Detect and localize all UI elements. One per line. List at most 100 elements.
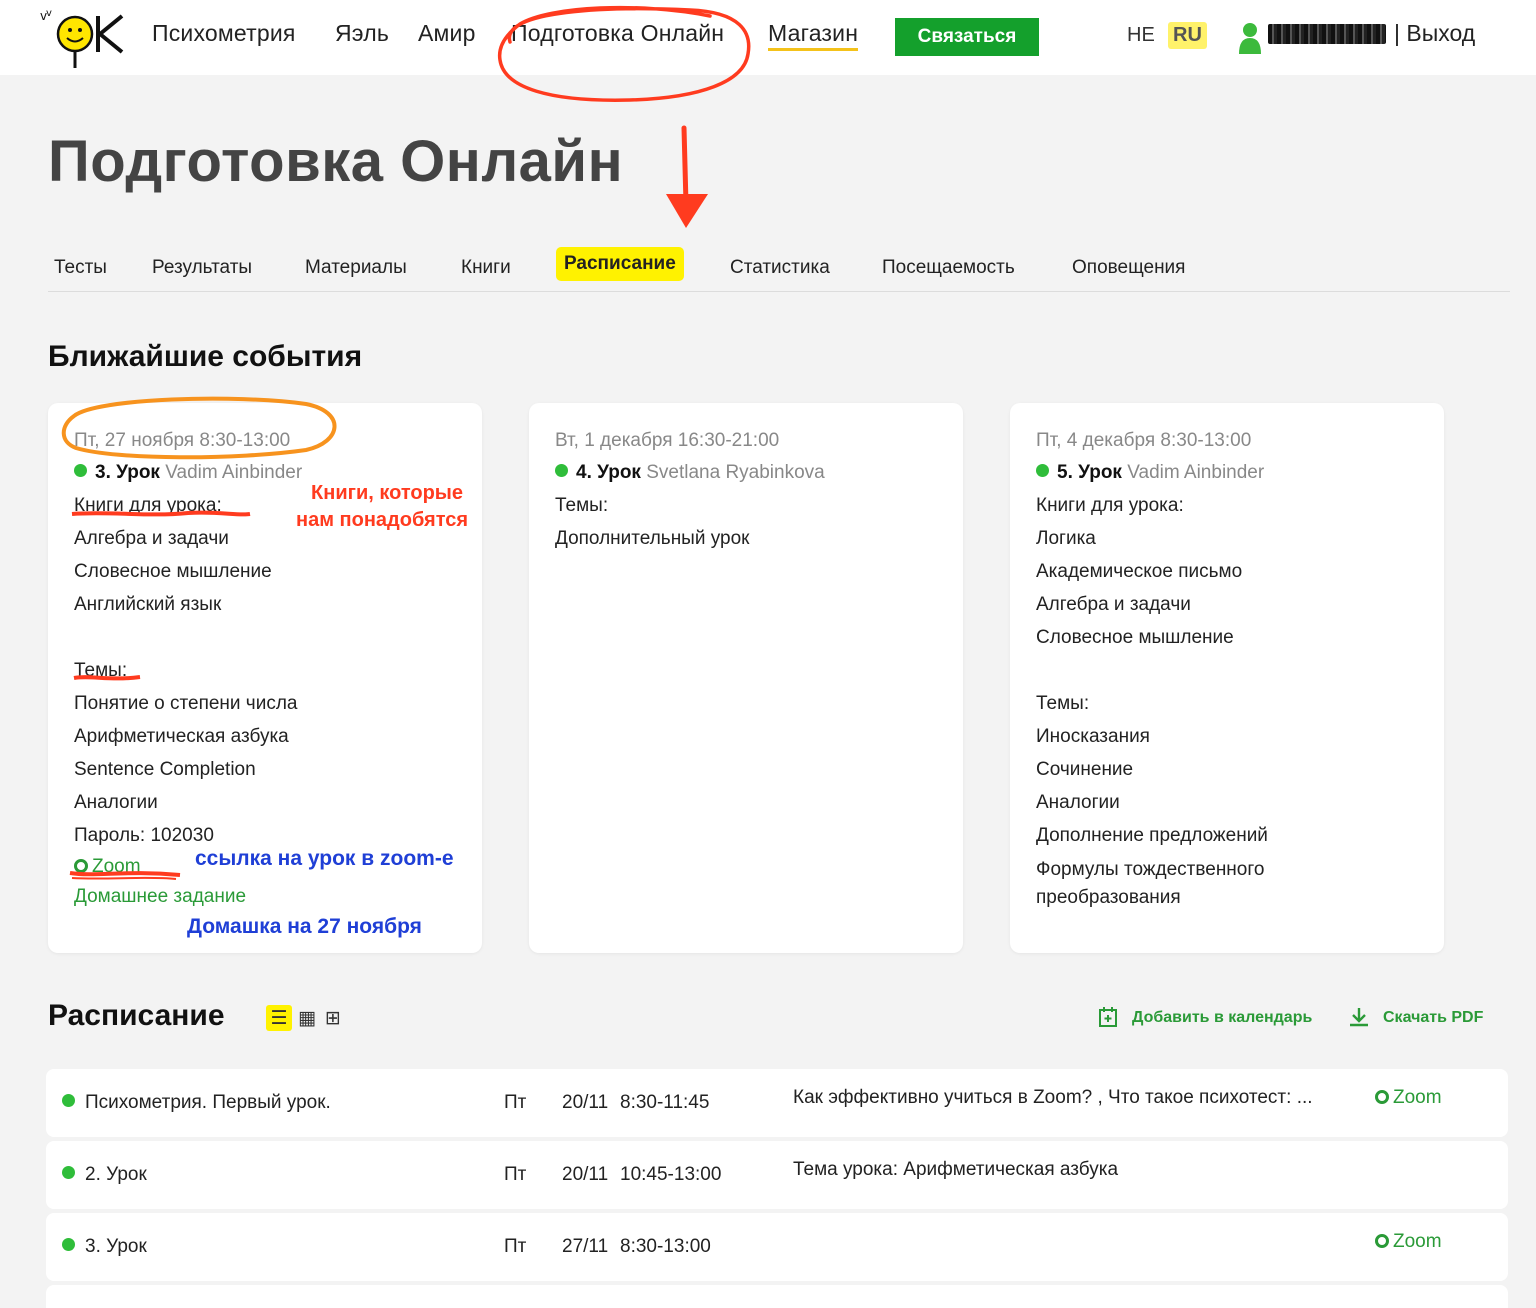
status-dot xyxy=(62,1166,75,1179)
tab-attendance[interactable]: Посещаемость xyxy=(874,253,1023,283)
homework-link[interactable]: Домашнее задание xyxy=(74,882,456,912)
top-navigation-bar: v v Психометрия Яэль Амир Подготовка Онл… xyxy=(0,0,1536,75)
nav-shop[interactable]: Магазин xyxy=(768,20,859,51)
book-item: Английский язык xyxy=(74,594,222,615)
tab-schedule[interactable]: Расписание xyxy=(556,247,684,281)
event-card: Вт, 1 декабря 16:30-21:00 4. Урок Svetla… xyxy=(529,403,963,953)
status-dot-cell xyxy=(62,1069,83,1137)
row-date: 27/11 xyxy=(562,1236,609,1257)
schedule-row[interactable]: 3. Урок Пт 27/11 8:30-13:00 Zoom xyxy=(46,1213,1508,1281)
annotation-books-note: Книги, которые нам понадобятся xyxy=(296,480,468,534)
status-dot-cell xyxy=(62,1141,83,1209)
logout-link[interactable]: | Выход xyxy=(1394,20,1475,47)
nav-yael[interactable]: Яэль xyxy=(335,20,389,47)
annotation-red-arrow xyxy=(666,125,708,228)
row-zoom-link[interactable]: Zoom xyxy=(1375,1213,1442,1271)
event-date: Пт, 27 ноября 8:30-13:00 xyxy=(74,430,291,451)
schedule-row[interactable]: Психометрия. Первый урок. Пт 20/11 8:30-… xyxy=(46,1069,1508,1137)
teacher-name: Vadim Ainbinder xyxy=(165,462,303,483)
lesson-name: 3. Урок xyxy=(95,462,160,483)
upcoming-events-heading: Ближайшие события xyxy=(48,340,363,373)
lang-he-button[interactable]: HE xyxy=(1122,22,1160,49)
svg-text:v: v xyxy=(46,8,52,19)
download-pdf-link[interactable]: Скачать PDF xyxy=(1383,1009,1483,1027)
schedule-row-partial[interactable] xyxy=(46,1285,1508,1308)
tab-tests[interactable]: Тесты xyxy=(46,253,115,283)
topic-item: Иносказания xyxy=(1036,726,1150,747)
status-dot-cell xyxy=(62,1213,83,1281)
topics-label: Темы: xyxy=(1036,693,1090,714)
lang-ru-button[interactable]: RU xyxy=(1168,22,1207,49)
annotation-books-note-line1: Книги, которые xyxy=(311,482,463,504)
status-dot xyxy=(62,1094,75,1107)
event-title: 4. Урок Svetlana Ryabinkova xyxy=(555,457,937,489)
topic-item: Sentence Completion xyxy=(74,759,256,780)
lesson-name: 5. Урок xyxy=(1057,462,1122,483)
event-card: Пт, 4 декабря 8:30-13:00 5. Урок Vadim A… xyxy=(1010,403,1444,953)
row-time: 8:30-13:00 xyxy=(620,1236,711,1257)
book-item: Словесное мышление xyxy=(74,561,272,582)
contact-button[interactable]: Связаться xyxy=(895,18,1039,56)
topic-item: Арифметическая азбука xyxy=(74,726,289,747)
annotation-books-note-line2: нам понадобятся xyxy=(296,509,469,531)
tab-books[interactable]: Книги xyxy=(453,253,519,283)
schedule-heading: Расписание xyxy=(48,999,225,1032)
tab-statistics[interactable]: Статистика xyxy=(722,253,838,283)
topic-item: Аналогии xyxy=(74,792,158,813)
row-title: 2. Урок xyxy=(85,1164,147,1185)
event-title: 5. Урок Vadim Ainbinder xyxy=(1036,457,1418,489)
tabs-divider xyxy=(48,291,1510,292)
topic-item: Аналогии xyxy=(1036,792,1120,813)
site-logo[interactable]: v v xyxy=(40,6,130,70)
nav-psychometry[interactable]: Психометрия xyxy=(152,20,296,47)
zoom-icon xyxy=(74,859,88,873)
nav-online-prep[interactable]: Подготовка Онлайн xyxy=(511,20,724,47)
books-label: Книги для урока: xyxy=(1036,495,1184,516)
teacher-name: Svetlana Ryabinkova xyxy=(646,462,825,483)
schedule-row[interactable]: 2. Урок Пт 20/11 10:45-13:00 Тема урока:… xyxy=(46,1141,1508,1209)
topic-item-continued: преобразования xyxy=(1036,887,1181,908)
add-to-calendar-link[interactable]: Добавить в календарь xyxy=(1132,1009,1312,1027)
tab-materials[interactable]: Материалы xyxy=(297,253,415,283)
book-item: Алгебра и задачи xyxy=(1036,594,1191,615)
tab-results[interactable]: Результаты xyxy=(144,253,260,283)
row-description: Тема урока: Арифметическая азбука xyxy=(793,1159,1119,1180)
row-zoom-link[interactable]: Zoom xyxy=(1375,1069,1442,1127)
row-day: Пт xyxy=(504,1092,527,1113)
zoom-link-label: Zoom xyxy=(1393,1087,1442,1108)
status-dot xyxy=(74,464,87,477)
topic-item: Дополнение предложений xyxy=(1036,825,1268,846)
nav-amir[interactable]: Амир xyxy=(418,20,476,47)
status-dot xyxy=(62,1238,75,1251)
topic-item: Дополнительный урок xyxy=(555,528,750,549)
row-date: 20/11 xyxy=(562,1092,609,1113)
topic-item: Формулы тождественного xyxy=(1036,859,1265,880)
page-title: Подготовка Онлайн xyxy=(48,129,624,194)
table-view-icon[interactable]: ▦ xyxy=(294,1005,320,1031)
topic-item: Сочинение xyxy=(1036,759,1134,780)
row-title: Психометрия. Первый урок. xyxy=(85,1092,331,1113)
user-icon xyxy=(1239,23,1261,54)
annotation-homework-note: Домашка на 27 ноября xyxy=(187,915,422,938)
row-time: 8:30-11:45 xyxy=(620,1092,710,1113)
event-date: Вт, 1 декабря 16:30-21:00 xyxy=(555,430,780,451)
row-title: 3. Урок xyxy=(85,1236,147,1257)
user-name-redacted xyxy=(1268,24,1386,44)
teacher-name: Vadim Ainbinder xyxy=(1127,462,1265,483)
row-day: Пт xyxy=(504,1164,527,1185)
zoom-link-label: Zoom xyxy=(1393,1231,1442,1252)
topics-label: Темы: xyxy=(555,495,609,516)
topics-label: Темы: xyxy=(74,660,128,681)
event-date: Пт, 4 декабря 8:30-13:00 xyxy=(1036,430,1252,451)
topic-item: Понятие о степени числа xyxy=(74,693,298,714)
tab-notifications[interactable]: Оповещения xyxy=(1064,253,1193,283)
annotation-zoom-note: ссылка на урок в zoom-е xyxy=(195,847,454,870)
download-icon xyxy=(1348,1006,1370,1034)
list-view-icon[interactable]: ☰ xyxy=(266,1005,292,1031)
zoom-icon xyxy=(1375,1234,1389,1248)
calendar-add-icon xyxy=(1098,1006,1118,1034)
book-item: Академическое письмо xyxy=(1036,561,1243,582)
zoom-icon xyxy=(1375,1090,1389,1104)
grid-view-icon[interactable]: ⊞ xyxy=(320,1005,346,1031)
book-item: Логика xyxy=(1036,528,1096,549)
